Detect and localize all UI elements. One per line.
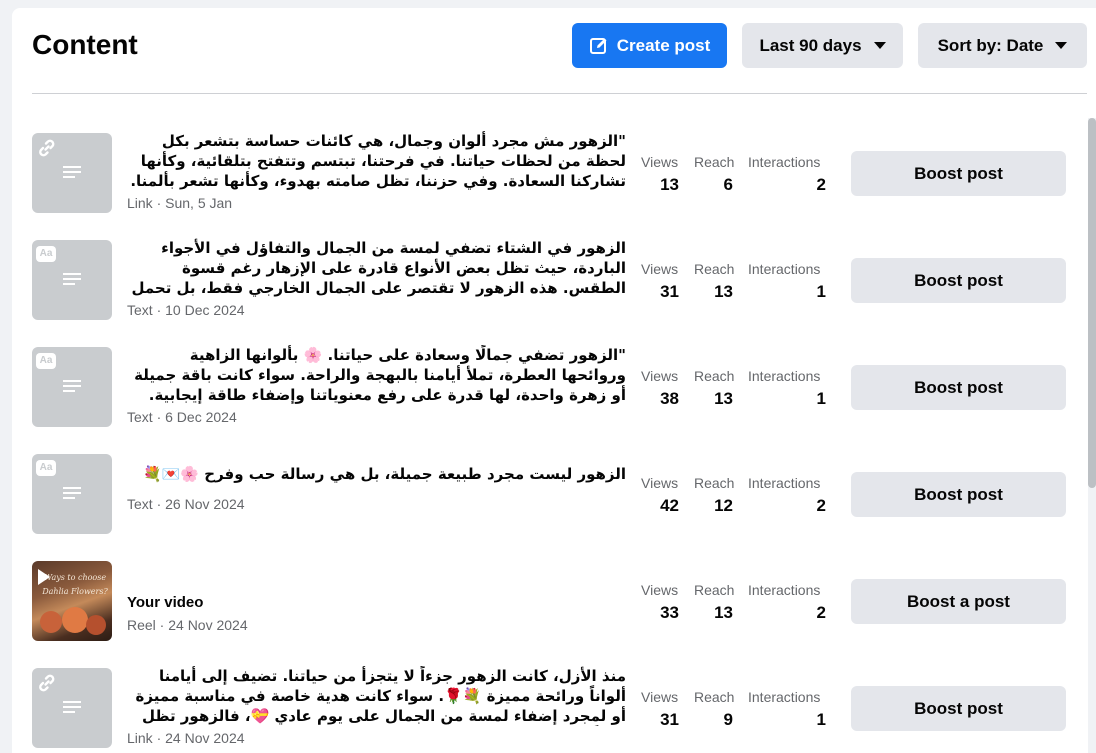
post-thumbnail[interactable]: Aa [32,454,112,534]
reach-label: Reach [694,689,735,705]
views-value: 42 [660,496,679,515]
text-post-icon: Aa [36,353,56,369]
boost-post-button[interactable]: Boost post [851,258,1066,303]
views-label: Views [641,689,679,705]
views-value: 33 [660,603,679,622]
interactions-label: Interactions [748,689,821,705]
post-row[interactable]: منذ الأزل، كانت الزهور جزءاً لا يتجزأ من… [12,653,1096,753]
flower-shape [40,611,62,633]
post-row[interactable]: Ways to choose Dahlia Flowers? Your vide… [12,546,1096,653]
interactions-label: Interactions [748,261,821,277]
post-meta: Text · 10 Dec 2024 [127,302,245,318]
caret-down-icon [1055,42,1068,49]
post-row[interactable]: Aa "الزهور تضفي جمالًا وسعادة على حياتنا… [12,332,1096,439]
boost-post-button[interactable]: Boost post [851,472,1066,517]
text-post-icon: Aa [36,246,56,262]
post-thumbnail[interactable] [32,133,112,213]
boost-post-button[interactable]: Boost post [851,365,1066,410]
caret-down-icon [873,42,886,49]
post-text[interactable]: الزهور ليست مجرد طبيعة جميلة، بل هي رسال… [126,464,626,484]
post-text[interactable]: الزهور في الشتاء تضفي لمسة من الجمال وال… [126,238,626,298]
flower-shape [62,607,88,633]
interactions-value: 1 [816,282,826,301]
reach-value: 9 [723,710,733,729]
text-lines-icon [63,273,81,288]
reach-label: Reach [694,261,735,277]
post-thumbnail[interactable] [32,668,112,748]
boost-post-button[interactable]: Boost post [851,151,1066,196]
reach-label: Reach [694,368,735,384]
create-post-button[interactable]: Create post [572,23,727,68]
post-text[interactable]: "الزهور مش مجرد ألوان وجمال، هي كائنات ح… [126,131,626,191]
link-icon [39,674,55,692]
reach-value: 13 [714,603,733,622]
boost-a-post-button[interactable]: Boost a post [851,579,1066,624]
boost-post-button[interactable]: Boost post [851,686,1066,731]
interactions-label: Interactions [748,154,821,170]
header-divider [32,93,1087,94]
views-label: Views [641,154,679,170]
sort-dropdown[interactable]: Sort by: Date [918,23,1087,68]
post-meta: Link · 24 Nov 2024 [127,730,245,746]
post-text[interactable]: "الزهور تضفي جمالًا وسعادة على حياتنا. 🌸… [126,345,626,405]
page-title: Content [32,29,138,60]
content-card: Content Create post Last 90 days Sort by… [12,8,1096,753]
interactions-label: Interactions [748,368,821,384]
views-value: 13 [660,175,679,194]
post-row[interactable]: Aa الزهور في الشتاء تضفي لمسة من الجمال … [12,225,1096,332]
views-label: Views [641,261,679,277]
post-meta: Link · Sun, 5 Jan [127,195,233,211]
post-row[interactable]: "الزهور مش مجرد ألوان وجمال، هي كائنات ح… [12,118,1096,225]
reach-value: 13 [714,282,733,301]
content-header: Content Create post Last 90 days Sort by… [12,8,1096,94]
post-title[interactable]: Your video [127,594,203,611]
post-meta: Text · 6 Dec 2024 [127,409,237,425]
views-value: 31 [660,710,679,729]
interactions-value: 2 [816,496,826,515]
post-text[interactable]: منذ الأزل، كانت الزهور جزءاً لا يتجزأ من… [126,666,626,726]
video-thumbnail[interactable]: Ways to choose Dahlia Flowers? [32,561,112,641]
post-meta: Text · 26 Nov 2024 [127,496,245,512]
views-value: 38 [660,389,679,408]
text-lines-icon [63,701,81,716]
views-label: Views [641,582,679,598]
play-icon [38,569,50,585]
reach-value: 6 [723,175,733,194]
views-label: Views [641,368,679,384]
create-post-label: Create post [616,35,711,55]
sort-label: Sort by: Date [937,35,1044,55]
scrollbar-thumb[interactable] [1088,118,1096,488]
interactions-value: 1 [816,710,826,729]
edit-icon [589,37,607,54]
post-thumbnail[interactable]: Aa [32,347,112,427]
interactions-value: 2 [816,603,826,622]
text-lines-icon [63,166,81,181]
link-icon [39,139,55,157]
date-range-label: Last 90 days [759,35,862,55]
reach-label: Reach [694,475,735,491]
interactions-value: 1 [816,389,826,408]
post-meta: Reel · 24 Nov 2024 [127,617,248,633]
reach-label: Reach [694,582,735,598]
text-lines-icon [63,487,81,502]
interactions-label: Interactions [748,475,821,491]
views-value: 31 [660,282,679,301]
text-post-icon: Aa [36,460,56,476]
flower-shape [86,615,106,635]
post-list: "الزهور مش مجرد ألوان وجمال، هي كائنات ح… [12,118,1096,753]
video-caption: Ways to choose Dahlia Flowers? [42,573,108,596]
interactions-label: Interactions [748,582,821,598]
scrollbar[interactable] [1088,118,1096,753]
post-row[interactable]: Aa الزهور ليست مجرد طبيعة جميلة، بل هي ر… [12,439,1096,546]
text-lines-icon [63,380,81,395]
views-label: Views [641,475,679,491]
date-range-dropdown[interactable]: Last 90 days [742,23,903,68]
reach-label: Reach [694,154,735,170]
interactions-value: 2 [816,175,826,194]
reach-value: 12 [714,496,733,515]
post-thumbnail[interactable]: Aa [32,240,112,320]
reach-value: 13 [714,389,733,408]
